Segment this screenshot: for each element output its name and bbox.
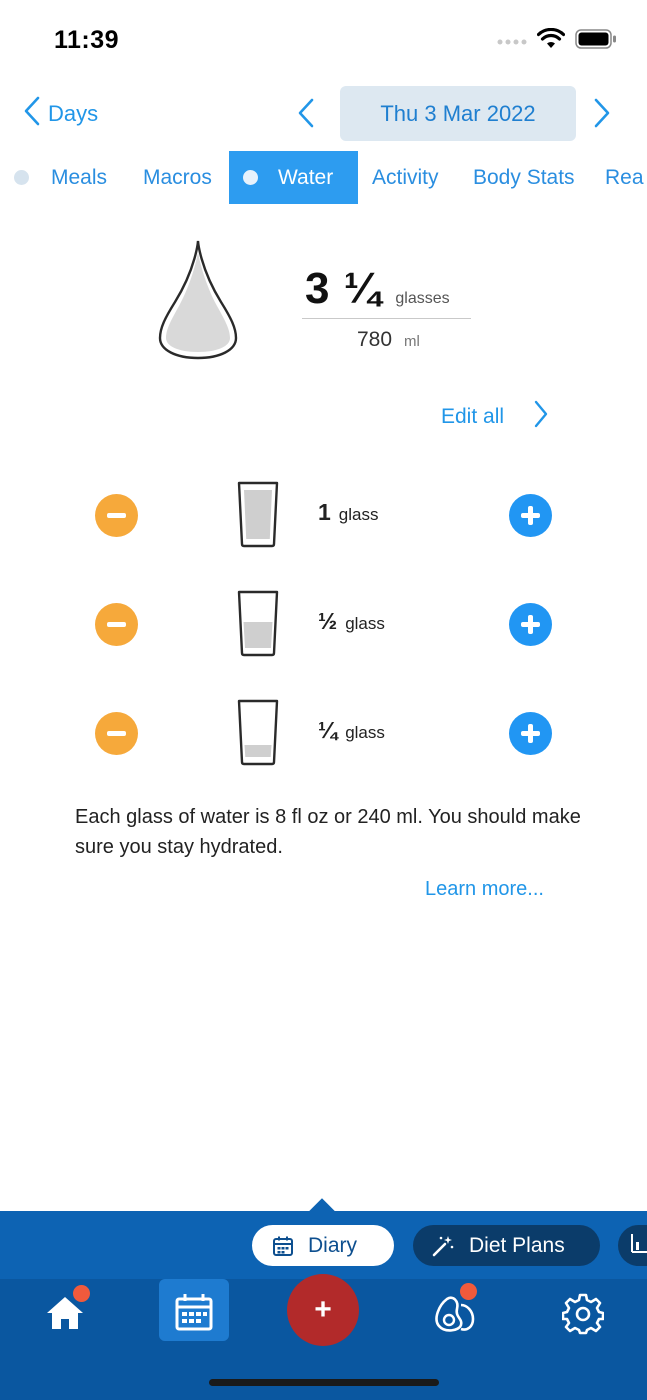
bottom-bar: Diary Diet Plans + <box>0 1198 647 1400</box>
add-entry-button[interactable]: + <box>287 1274 359 1346</box>
glass-count-unit: glasses <box>395 290 450 307</box>
chevron-left-icon <box>24 96 40 132</box>
tab-water[interactable]: Water <box>229 151 358 204</box>
glass-amount: 1 <box>318 499 331 525</box>
add-quarter-glass-button[interactable] <box>509 712 552 755</box>
diary-pill[interactable]: Diary <box>252 1225 394 1266</box>
tab-status-dot <box>14 170 29 185</box>
back-to-days-button[interactable]: Days <box>24 96 98 132</box>
previous-date-button[interactable] <box>298 98 314 133</box>
date-picker-button[interactable]: Thu 3 Mar 2022 <box>340 86 576 141</box>
tab-activity[interactable]: Activity <box>372 151 439 204</box>
minus-icon <box>107 622 126 627</box>
section-tabs: Meals Macros Water Activity Body Stats R… <box>0 151 647 204</box>
tab-label: Activity <box>372 165 439 189</box>
hydration-info: Each glass of water is 8 fl oz or 240 ml… <box>75 806 581 858</box>
half-glass-icon <box>236 589 280 662</box>
chevron-left-icon <box>298 98 314 132</box>
calendar-icon <box>174 1293 214 1336</box>
remove-quarter-glass-button[interactable] <box>95 712 138 755</box>
ml-total: 780 ml <box>357 328 420 352</box>
minus-icon <box>107 513 126 518</box>
tab-body-stats[interactable]: Body Stats <box>473 151 575 204</box>
back-days-label: Days <box>48 101 99 126</box>
minus-icon <box>107 731 126 736</box>
glass-count: 3 ¼ glasses <box>305 264 450 314</box>
tab-status-dot <box>243 170 258 185</box>
diet-plans-pill[interactable]: Diet Plans <box>413 1225 600 1266</box>
glass-unit: glass <box>345 614 385 633</box>
learn-more-link[interactable]: Learn more... <box>425 878 544 901</box>
summary-divider <box>302 318 471 319</box>
nav-diet-plans[interactable] <box>420 1283 490 1338</box>
remove-half-glass-button[interactable] <box>95 603 138 646</box>
chart-icon <box>630 1232 647 1260</box>
status-icons <box>497 27 617 55</box>
nav-settings[interactable] <box>548 1293 618 1340</box>
quick-pills: Diary Diet Plans <box>0 1225 647 1267</box>
ml-value: 780 <box>357 328 393 351</box>
glass-label: 1 glass <box>318 499 378 526</box>
glass-amount: ½ <box>318 608 338 634</box>
date-navigation: Days Thu 3 Mar 2022 <box>0 86 647 142</box>
notification-badge <box>73 1285 90 1302</box>
ml-unit: ml <box>404 333 420 350</box>
notification-badge <box>460 1283 477 1300</box>
chevron-right-icon <box>534 400 548 434</box>
glass-row-one: 1 glass <box>0 473 647 557</box>
calendar-icon <box>272 1235 294 1257</box>
tab-label: Water <box>278 165 334 189</box>
cellular-signal-icon <box>497 33 527 51</box>
next-date-button[interactable] <box>594 98 610 133</box>
glass-label: ½ glass <box>318 608 385 635</box>
tab-label: Meals <box>51 165 108 189</box>
status-time: 11:39 <box>54 26 120 54</box>
tab-meals[interactable]: Meals <box>14 151 107 204</box>
magic-wand-icon <box>431 1234 455 1258</box>
glass-unit: glass <box>338 505 379 524</box>
quarter-glass-icon <box>236 698 280 771</box>
bottom-notch <box>309 1198 335 1224</box>
home-indicator <box>209 1379 439 1386</box>
reports-pill[interactable] <box>618 1225 647 1266</box>
add-one-glass-button[interactable] <box>509 494 552 537</box>
full-glass-icon <box>236 480 280 553</box>
wifi-icon <box>536 27 566 55</box>
glass-row-quarter: ¼ glass <box>0 691 647 775</box>
tab-label: Body Stats <box>473 165 575 189</box>
add-half-glass-button[interactable] <box>509 603 552 646</box>
nav-home[interactable] <box>30 1285 100 1336</box>
tab-partial[interactable]: Rea <box>605 151 644 204</box>
gear-icon <box>561 1293 605 1340</box>
glass-label: ¼ glass <box>318 717 385 744</box>
glass-unit: glass <box>345 723 385 742</box>
nav-diary[interactable] <box>159 1279 229 1341</box>
glass-amount: ¼ <box>318 717 338 743</box>
tab-label: Rea <box>605 165 644 189</box>
tab-macros[interactable]: Macros <box>143 151 212 204</box>
water-summary: 3 ¼ glasses 780 ml <box>0 238 647 368</box>
glass-count-value: 3 ¼ <box>305 264 382 313</box>
battery-icon <box>575 29 617 54</box>
diet-plans-pill-label: Diet Plans <box>469 1233 565 1257</box>
diary-pill-label: Diary <box>308 1233 358 1257</box>
chevron-right-icon <box>594 98 610 132</box>
glass-row-half: ½ glass <box>0 582 647 666</box>
water-drop-icon <box>158 238 238 365</box>
edit-all-button[interactable]: Edit all <box>441 400 548 434</box>
tab-label: Macros <box>143 165 212 189</box>
status-bar: 11:39 <box>0 0 647 80</box>
edit-all-label: Edit all <box>441 405 505 428</box>
remove-one-glass-button[interactable] <box>95 494 138 537</box>
